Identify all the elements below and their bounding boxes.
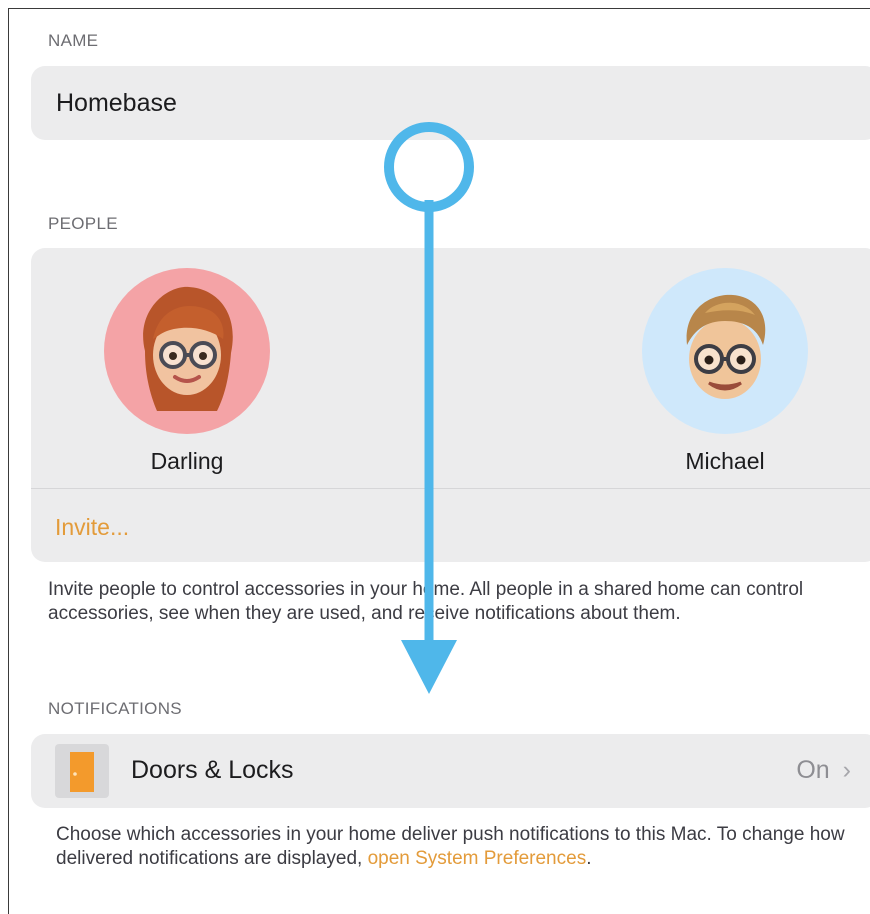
avatar bbox=[104, 268, 270, 434]
name-field[interactable]: Homebase bbox=[31, 66, 870, 140]
people-section-label: PEOPLE bbox=[48, 214, 118, 233]
door-icon bbox=[55, 744, 109, 798]
doors-locks-row[interactable]: Doors & Locks On › bbox=[31, 734, 870, 808]
person-darling[interactable]: Darling bbox=[97, 268, 277, 475]
invite-link[interactable]: Invite... bbox=[55, 514, 129, 541]
memoji-man-icon bbox=[686, 294, 766, 399]
people-group: Darling Michael Invite... bbox=[31, 248, 870, 562]
divider bbox=[31, 488, 870, 489]
name-section-label: NAME bbox=[48, 31, 99, 50]
memoji-woman-icon bbox=[143, 286, 233, 411]
notifications-section-label: NOTIFICATIONS bbox=[48, 699, 182, 718]
settings-panel: NAME Homebase PEOPLE Darling Michael Inv… bbox=[8, 8, 870, 914]
notifications-footnote: Choose which accessories in your home de… bbox=[56, 823, 846, 871]
open-system-preferences-link[interactable]: open System Preferences bbox=[368, 848, 587, 869]
status-value: On bbox=[796, 756, 830, 784]
avatar bbox=[642, 268, 808, 434]
row-label: Doors & Locks bbox=[131, 756, 294, 784]
home-name-value[interactable]: Homebase bbox=[56, 89, 177, 118]
person-michael[interactable]: Michael bbox=[635, 268, 815, 475]
people-footnote: Invite people to control accessories in … bbox=[48, 579, 804, 624]
footnote-end: . bbox=[586, 848, 592, 869]
person-name: Darling bbox=[150, 448, 224, 474]
person-name: Michael bbox=[685, 448, 765, 474]
chevron-right-icon: › bbox=[842, 756, 851, 784]
row-value: On › bbox=[796, 756, 851, 785]
